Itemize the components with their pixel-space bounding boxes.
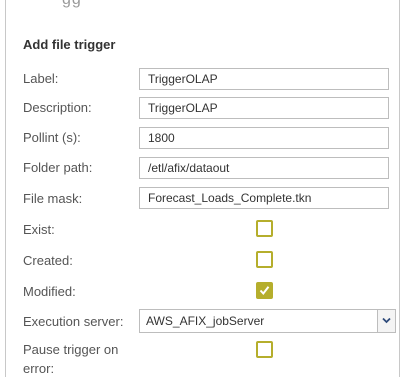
- file-mask-field-label: File mask:: [23, 191, 83, 206]
- dialog-panel: gg Add file trigger Label: TriggerOLAP D…: [5, 0, 400, 377]
- modified-field-label: Modified:: [23, 284, 76, 299]
- execution-server-value: AWS_AFIX_jobServer: [146, 314, 265, 328]
- exist-checkbox[interactable]: [256, 220, 273, 237]
- pause-trigger-field-label-line2: error:: [23, 361, 55, 376]
- partial-title: gg: [62, 0, 82, 9]
- dropdown-button[interactable]: [377, 310, 395, 332]
- execution-server-select[interactable]: AWS_AFIX_jobServer: [139, 309, 396, 333]
- exist-field-label: Exist:: [23, 222, 55, 237]
- pause-trigger-checkbox[interactable]: [256, 341, 273, 358]
- description-input[interactable]: TriggerOLAP: [139, 97, 389, 119]
- folder-path-field-label: Folder path:: [23, 160, 93, 175]
- modified-checkbox[interactable]: [256, 282, 273, 299]
- form-title: Add file trigger: [23, 37, 116, 52]
- label-input[interactable]: TriggerOLAP: [139, 68, 389, 90]
- checkmark-icon: [259, 286, 270, 296]
- file-mask-input[interactable]: Forecast_Loads_Complete.tkn: [139, 187, 389, 209]
- pollint-input[interactable]: 1800: [139, 127, 389, 149]
- folder-path-input[interactable]: /etl/afix/dataout: [139, 157, 389, 179]
- description-field-label: Description:: [23, 100, 92, 115]
- pollint-field-label: Pollint (s):: [23, 130, 81, 145]
- label-field-label: Label:: [23, 71, 59, 86]
- execution-server-field-label: Execution server:: [23, 314, 124, 329]
- created-field-label: Created:: [23, 253, 73, 268]
- created-checkbox[interactable]: [256, 251, 273, 268]
- pause-trigger-field-label-line1: Pause trigger on: [23, 342, 119, 357]
- chevron-down-icon: [382, 317, 391, 324]
